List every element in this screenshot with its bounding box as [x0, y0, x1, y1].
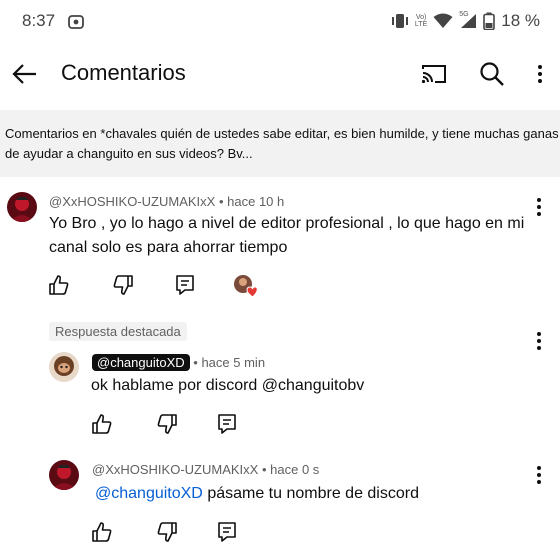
- more-vertical-icon: [537, 332, 541, 350]
- creator-heart-icon: [234, 275, 258, 298]
- search-icon: [480, 62, 504, 86]
- mention-link[interactable]: @changuitoXD: [95, 485, 203, 502]
- pinned-reply-label: Respuesta destacada: [49, 322, 187, 341]
- volte-indicator: Vo) LTE: [414, 14, 428, 28]
- dislike-button[interactable]: [155, 412, 179, 436]
- reply-icon: [218, 414, 236, 434]
- comment-meta: @XxHOSHIKO-UZUMAKIxX • hace 0 s: [92, 462, 320, 477]
- app-bar: Comentarios: [0, 44, 560, 104]
- like-button[interactable]: [90, 520, 114, 544]
- page-title: Comentarios: [61, 60, 186, 85]
- thumb-up-icon: [92, 522, 112, 542]
- cast-icon: [421, 65, 446, 84]
- more-vertical-icon: [537, 198, 541, 216]
- battery-percentage: 18 %: [501, 11, 540, 30]
- comment-time: hace 10 h: [227, 194, 285, 209]
- thumb-up-icon: [92, 414, 112, 434]
- creator-heart: [232, 273, 258, 299]
- wifi-icon: [433, 13, 453, 29]
- comment-author[interactable]: @XxHOSHIKO-UZUMAKIxX: [92, 462, 258, 477]
- status-time: 8:37: [22, 11, 56, 30]
- reply-button[interactable]: [173, 273, 197, 297]
- comment-author[interactable]: @XxHOSHIKO-UZUMAKIxX: [49, 194, 215, 209]
- battery-icon: [483, 12, 496, 30]
- comment-time: hace 5 min: [201, 355, 266, 370]
- comment-time: hace 0 s: [270, 462, 320, 477]
- video-context[interactable]: Comentarios en *chavales quién de ustede…: [0, 110, 560, 177]
- thumb-up-icon: [49, 275, 69, 295]
- reply-button[interactable]: [215, 412, 239, 436]
- thumb-down-icon: [157, 522, 177, 542]
- comment-text: ok hablame por discord @changuitobv: [91, 377, 365, 394]
- status-icons: Vo) LTE 5G 18 %: [391, 11, 540, 31]
- comment-more-button[interactable]: [529, 192, 549, 222]
- vibrate-icon: [391, 13, 409, 29]
- avatar[interactable]: [49, 460, 79, 490]
- arrow-left-icon: [12, 64, 36, 84]
- comment-text: @changuitoXD pásame tu nombre de discord: [95, 485, 419, 502]
- thumb-down-icon: [113, 275, 133, 295]
- cast-button[interactable]: [419, 59, 449, 89]
- more-vertical-icon: [537, 466, 541, 484]
- back-button[interactable]: [8, 57, 42, 91]
- creator-handle-chip[interactable]: @changuitoXD: [92, 354, 190, 371]
- thumb-down-icon: [157, 414, 177, 434]
- dislike-button[interactable]: [155, 520, 179, 544]
- avatar[interactable]: [49, 352, 79, 382]
- like-button[interactable]: [90, 412, 114, 436]
- comment-meta: @changuitoXD • hace 5 min: [92, 354, 265, 371]
- notification-icon: [68, 15, 84, 34]
- comment-meta: @XxHOSHIKO-UZUMAKIxX • hace 10 h: [49, 194, 285, 209]
- status-bar: 8:37 Vo) LTE 5G 18 %: [0, 0, 560, 44]
- search-button[interactable]: [476, 58, 508, 90]
- reply-icon: [218, 522, 236, 542]
- reply-button[interactable]: [215, 520, 239, 544]
- more-vertical-icon: [538, 65, 542, 83]
- dislike-button[interactable]: [111, 273, 135, 297]
- more-options-button[interactable]: [528, 58, 552, 90]
- signal-icon: 5G: [459, 11, 477, 29]
- avatar[interactable]: [7, 192, 37, 222]
- comment-text: Yo Bro , yo lo hago a nivel de editor pr…: [49, 215, 525, 256]
- like-button[interactable]: [47, 273, 71, 297]
- reply-icon: [176, 275, 194, 295]
- comment-more-button[interactable]: [529, 326, 549, 356]
